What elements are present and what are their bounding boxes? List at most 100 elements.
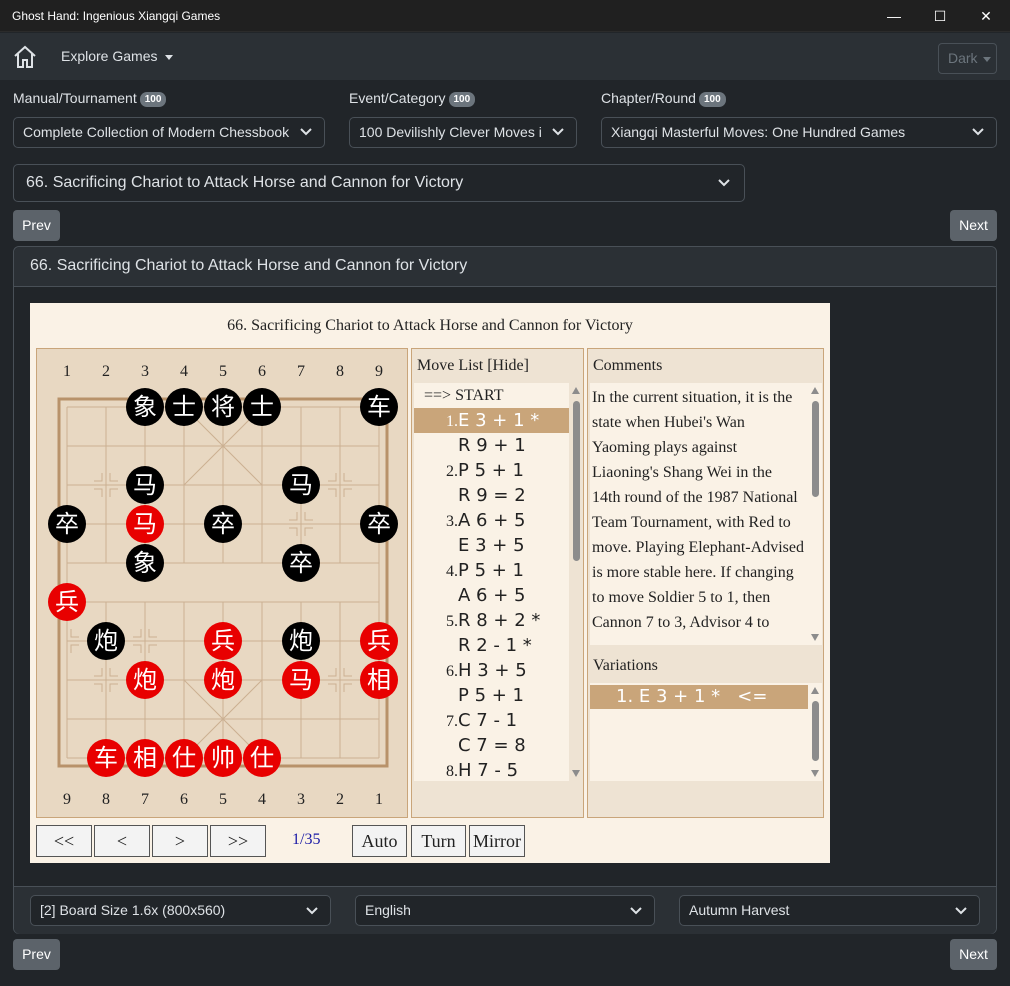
minimize-button[interactable]: — [871,0,917,32]
mirror-board-button[interactable]: Mirror [469,825,525,857]
black-piece[interactable]: 卒 [48,505,86,543]
red-piece[interactable]: 仕 [165,739,203,777]
move-item[interactable]: R 9 + 1 [414,433,569,458]
first-move-button[interactable]: << [36,825,92,857]
move-list-scrollbar[interactable] [569,383,583,781]
move-item[interactable]: 4.P 5 + 1 [414,558,569,583]
move-item[interactable]: E 3 + 5 [414,533,569,558]
black-piece[interactable]: 卒 [360,505,398,543]
select-value: Xiangqi Masterful Moves: One Hundred Gam… [611,124,906,140]
red-piece[interactable]: 车 [87,739,125,777]
black-piece[interactable]: 卒 [204,505,242,543]
position-mark [109,683,118,692]
caret-down-icon [165,54,174,60]
black-piece[interactable]: 士 [165,388,203,426]
chapter-round-select[interactable]: Xiangqi Masterful Moves: One Hundred Gam… [601,117,997,148]
prev-button-top[interactable]: Prev [13,210,60,241]
black-piece[interactable]: 象 [126,388,164,426]
scroll-down-icon[interactable] [811,770,819,777]
black-piece[interactable]: 马 [126,466,164,504]
chevron-down-icon [972,128,984,136]
red-piece[interactable]: 仕 [243,739,281,777]
position-mark [328,488,337,497]
scroll-down-icon[interactable] [572,770,580,777]
navbar: Explore Games Dark [0,33,1010,80]
move-item[interactable]: R 2 - 1 * [414,633,569,658]
move-item[interactable]: A 6 + 5 [414,583,569,608]
position-mark [109,488,118,497]
board-theme-select[interactable]: Autumn Harvest [679,895,980,926]
position-mark [133,644,142,653]
move-item[interactable]: 8.H 7 - 5 [414,758,569,781]
scroll-thumb[interactable] [573,401,580,561]
scroll-thumb[interactable] [812,701,819,761]
select-value: [2] Board Size 1.6x (800x560) [40,902,226,918]
close-button[interactable]: ✕ [963,0,1009,32]
move-item[interactable]: 3.A 6 + 5 [414,508,569,533]
red-piece[interactable]: 相 [360,661,398,699]
red-piece[interactable]: 相 [126,739,164,777]
move-text: R 9 = 2 [458,485,526,506]
red-piece[interactable]: 炮 [126,661,164,699]
scroll-up-icon[interactable] [811,387,819,394]
maximize-button[interactable]: ☐ [917,0,963,32]
move-item[interactable]: P 5 + 1 [414,683,569,708]
manual-tournament-select[interactable]: Complete Collection of Modern Chessbook [13,117,325,148]
turn-board-button[interactable]: Turn [411,825,466,857]
auto-play-button[interactable]: Auto [352,825,407,857]
red-piece[interactable]: 兵 [48,583,86,621]
move-item[interactable]: 7.C 7 - 1 [414,708,569,733]
black-piece[interactable]: 炮 [282,622,320,660]
red-piece[interactable]: 炮 [204,661,242,699]
language-select[interactable]: English [355,895,655,926]
next-button-bottom[interactable]: Next [950,939,997,970]
black-piece[interactable]: 车 [360,388,398,426]
theme-dropdown[interactable]: Dark [938,43,997,74]
event-category-select[interactable]: 100 Devilishly Clever Moves i [349,117,577,148]
prev-move-button[interactable]: < [94,825,150,857]
board-size-select[interactable]: [2] Board Size 1.6x (800x560) [30,895,331,926]
chevron-down-icon [306,907,318,915]
move-item[interactable]: R 9 = 2 [414,483,569,508]
scroll-thumb[interactable] [812,401,819,497]
red-piece[interactable]: 马 [126,505,164,543]
file-label-bottom: 6 [180,791,188,808]
black-piece[interactable]: 士 [243,388,281,426]
position-mark [289,512,298,521]
red-piece[interactable]: 帅 [204,739,242,777]
window-titlebar: Ghost Hand: Ingenious Xiangqi Games — ☐ … [0,0,1010,32]
black-piece[interactable]: 卒 [282,544,320,582]
explore-games-menu[interactable]: Explore Games [61,48,174,64]
prev-button-bottom[interactable]: Prev [13,939,60,970]
black-piece[interactable]: 象 [126,544,164,582]
red-piece[interactable]: 兵 [360,622,398,660]
move-item[interactable]: 6.H 3 + 5 [414,658,569,683]
game-select[interactable]: 66. Sacrificing Chariot to Attack Horse … [13,164,745,202]
black-piece[interactable]: 将 [204,388,242,426]
scroll-up-icon[interactable] [811,687,819,694]
position-mark [289,527,298,536]
move-item[interactable]: 5.R 8 + 2 * [414,608,569,633]
move-text: P 5 + 1 [458,460,525,481]
file-label-bottom: 2 [336,791,344,808]
home-icon[interactable] [12,45,38,69]
red-piece[interactable]: 兵 [204,622,242,660]
variation-item[interactable]: 1. E 3 + 1 * <= [590,685,808,709]
black-piece[interactable]: 马 [282,466,320,504]
xiangqi-board[interactable]: 123456789987654321 象士将士车马马卒马卒卒象卒兵炮兵炮兵炮炮马… [36,348,408,818]
scroll-down-icon[interactable] [811,634,819,641]
next-move-button[interactable]: > [152,825,208,857]
move-list[interactable]: ==> START 1.E 3 + 1 * R 9 + 1 2.P 5 + 1R 9… [414,383,569,781]
scroll-up-icon[interactable] [572,387,580,394]
move-item[interactable]: 1.E 3 + 1 * [414,408,569,433]
red-piece[interactable]: 马 [282,661,320,699]
move-start[interactable]: ==> START [414,383,569,408]
move-item[interactable]: 2.P 5 + 1 [414,458,569,483]
black-piece[interactable]: 炮 [87,622,125,660]
move-item[interactable]: C 7 = 8 [414,733,569,758]
last-move-button[interactable]: >> [210,825,266,857]
comments-scrollbar[interactable] [808,383,822,645]
variations-scrollbar[interactable] [808,683,822,781]
next-button-top[interactable]: Next [950,210,997,241]
move-list-header[interactable]: Move List [Hide] [412,349,583,381]
